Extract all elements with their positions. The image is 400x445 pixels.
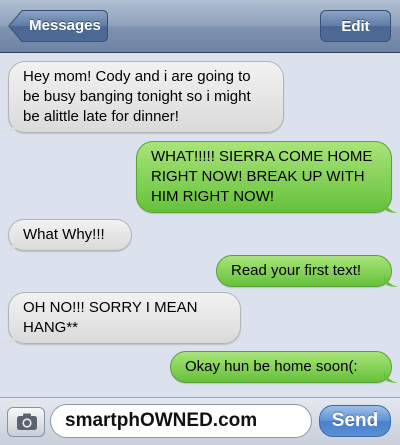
- message-bubble-incoming: Hey mom! Cody and i are going to be busy…: [2, 61, 284, 133]
- message-bubble-outgoing: WHAT!!!!! SIERRA COME HOME RIGHT NOW! BR…: [136, 141, 398, 213]
- bubble-tail-icon: [2, 330, 16, 344]
- bubble-tail-icon: [384, 199, 398, 213]
- camera-icon: [17, 413, 37, 430]
- message-input[interactable]: smartphOWNED.com: [50, 404, 312, 438]
- bubble-tail-icon: [2, 237, 16, 251]
- back-button-label: Messages: [29, 17, 101, 34]
- message-text: Okay hun be home soon(:: [185, 358, 358, 375]
- message-bubble-outgoing: Okay hun be home soon(:: [170, 351, 398, 383]
- message-text: What Why!!!: [23, 226, 105, 243]
- send-button[interactable]: Send: [319, 405, 391, 437]
- message-composer: smartphOWNED.com Send: [0, 397, 400, 445]
- camera-button[interactable]: [7, 407, 45, 437]
- navigation-bar: Messages Edit: [0, 0, 400, 53]
- message-text: WHAT!!!!! SIERRA COME HOME RIGHT NOW! BR…: [151, 148, 373, 205]
- message-text: Hey mom! Cody and i are going to be busy…: [23, 68, 251, 125]
- message-bubble-incoming: OH NO!!! SORRY I MEAN HANG**: [2, 292, 241, 344]
- bubble-tail-icon: [384, 273, 398, 287]
- back-button[interactable]: Messages: [8, 10, 108, 42]
- message-bubble-incoming: What Why!!!: [2, 219, 132, 251]
- message-text: Read your first text!: [231, 262, 362, 279]
- bubble-tail-icon: [384, 369, 398, 383]
- edit-button[interactable]: Edit: [320, 10, 391, 42]
- bubble-tail-icon: [2, 119, 16, 133]
- message-bubble-outgoing: Read your first text!: [216, 255, 398, 287]
- message-text: OH NO!!! SORRY I MEAN HANG**: [23, 299, 198, 336]
